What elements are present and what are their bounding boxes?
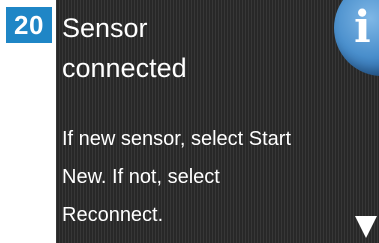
message-line-3: Reconnect.: [62, 204, 164, 226]
step-number-badge: 20: [6, 7, 52, 43]
title-line-1: Sensor: [62, 13, 148, 43]
info-glyph: i: [354, 2, 371, 53]
scroll-down-arrow-icon[interactable]: [355, 216, 377, 238]
screen-message: If new sensor, select Start New. If not,…: [62, 120, 347, 234]
message-line-2: New. If not, select: [62, 166, 220, 188]
info-icon[interactable]: i: [334, 0, 379, 76]
message-line-1: If new sensor, select Start: [62, 128, 291, 150]
device-screen: i Sensor connected If new sensor, select…: [56, 0, 379, 243]
instruction-step: 20 i Sensor connected If new sensor, sel…: [0, 0, 379, 243]
screen-title: Sensor connected: [62, 8, 292, 88]
title-line-2: connected: [62, 53, 187, 83]
